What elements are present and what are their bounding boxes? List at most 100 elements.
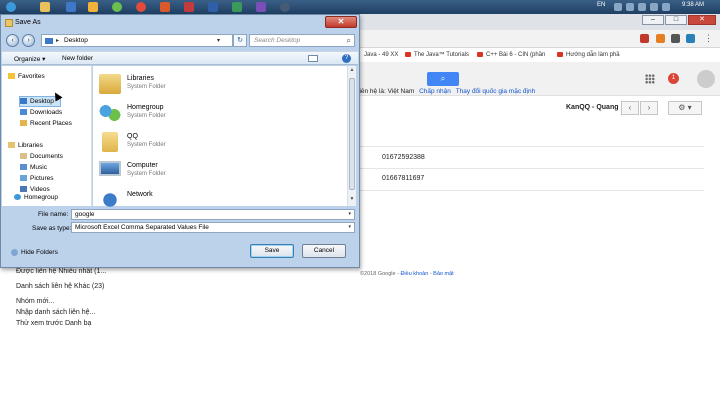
contact-phone[interactable]: 01667811697: [382, 175, 424, 182]
media-taskbar-icon[interactable]: [66, 2, 76, 12]
menu-icon[interactable]: ⋮: [704, 33, 713, 44]
app-taskbar-icon[interactable]: [112, 2, 122, 12]
explorer-taskbar-icon[interactable]: [40, 2, 50, 12]
sidebar-item-import-contacts[interactable]: Nhập danh sách liên hệ...: [16, 309, 95, 316]
forward-button[interactable]: ›: [22, 34, 35, 47]
file-item-homegroup[interactable]: Homegroup System Folder: [99, 101, 299, 127]
volume-tray-icon[interactable]: [638, 3, 646, 11]
file-name-value[interactable]: google: [75, 211, 95, 218]
start-orb-icon[interactable]: [6, 2, 16, 12]
file-item-computer[interactable]: Computer System Folder: [99, 159, 299, 185]
file-name: Libraries: [127, 75, 154, 82]
notification-badge[interactable]: 1: [668, 73, 679, 84]
file-name-input[interactable]: google ▾: [71, 209, 355, 220]
nav-recent-places[interactable]: Recent Places: [20, 120, 72, 127]
address-text[interactable]: Desktop: [64, 37, 88, 44]
scroll-down-icon[interactable]: ▼: [349, 196, 355, 204]
nav-downloads[interactable]: Downloads: [20, 109, 62, 116]
file-type: System Folder: [127, 113, 166, 119]
view-options-icon[interactable]: [308, 55, 318, 62]
bookmark-item[interactable]: Hướng dẫn làm phầ: [557, 52, 620, 58]
row-divider: [358, 146, 704, 147]
close-button[interactable]: ✕: [688, 15, 716, 25]
search-icon: ⌕: [346, 36, 351, 45]
app2-taskbar-icon[interactable]: [160, 2, 170, 12]
network-tray-icon[interactable]: [626, 3, 634, 11]
sidebar-item-other-contacts[interactable]: Danh sách liên hệ Khác (23): [16, 283, 104, 290]
new-folder-button[interactable]: New folder: [62, 55, 93, 62]
desktop-icon: [20, 98, 27, 105]
app4-taskbar-icon[interactable]: [208, 2, 218, 12]
nav-favorites[interactable]: Favorites: [8, 73, 45, 80]
chevron-down-icon[interactable]: ▾: [348, 224, 351, 230]
nav-videos[interactable]: Videos: [20, 186, 50, 193]
back-button[interactable]: ‹: [6, 34, 19, 47]
app6-taskbar-icon[interactable]: [280, 2, 290, 12]
extension-icon[interactable]: [686, 34, 695, 43]
accept-link[interactable]: Chấp nhận: [419, 88, 451, 95]
chevron-down-icon[interactable]: ▾: [217, 37, 220, 44]
tray-icon[interactable]: [614, 3, 622, 11]
app3-taskbar-icon[interactable]: [184, 2, 194, 12]
restore-button[interactable]: □: [665, 15, 687, 25]
file-item-libraries[interactable]: Libraries System Folder: [99, 72, 299, 98]
extension-icon[interactable]: [671, 34, 680, 43]
music-icon: [20, 164, 27, 171]
privacy-link[interactable]: Bảo mật: [433, 271, 453, 277]
file-name: Homegroup: [127, 104, 164, 111]
hide-folders-toggle[interactable]: Hide Folders: [11, 249, 58, 256]
avatar[interactable]: [697, 70, 715, 88]
cancel-button[interactable]: Cancel: [302, 244, 346, 258]
sidebar-item-preview-contacts[interactable]: Thử xem trước Danh bạ: [16, 320, 91, 327]
file-type: System Folder: [127, 142, 166, 148]
save-button[interactable]: Save: [250, 244, 294, 258]
clock[interactable]: 9:38 AM: [682, 2, 704, 8]
nav-desktop[interactable]: Desktop: [20, 98, 54, 105]
sidebar-item-new-group[interactable]: Nhóm mới...: [16, 298, 54, 305]
extension-icon[interactable]: [656, 34, 665, 43]
nav-homegroup[interactable]: Homegroup: [14, 194, 58, 201]
save-as-type-value[interactable]: Microsoft Excel Comma Separated Values F…: [75, 224, 209, 231]
minimize-button[interactable]: –: [642, 15, 664, 25]
bookmark-item[interactable]: C++ Bài 6 - CIN (phần: [477, 52, 545, 58]
bookmark-item[interactable]: The Java™ Tutorials: [405, 52, 469, 58]
file-list-scrollbar[interactable]: ▲ ▼: [347, 66, 356, 206]
breadcrumb-arrow-icon[interactable]: ▸: [56, 37, 59, 44]
apps-grid-icon[interactable]: [645, 74, 655, 84]
next-page-button[interactable]: ›: [640, 101, 658, 115]
visual-studio-taskbar-icon[interactable]: [256, 2, 266, 12]
extension-icon[interactable]: [640, 34, 649, 43]
row-divider: [358, 168, 704, 169]
scrollbar-thumb[interactable]: [349, 78, 355, 190]
help-icon[interactable]: ?: [342, 54, 351, 63]
bookmark-item[interactable]: Java - 49 XX: [364, 52, 398, 58]
sidebar-item-most-contacted[interactable]: Được liên hệ Nhiều nhất (1...: [16, 268, 106, 275]
power-tray-icon[interactable]: [662, 3, 670, 11]
organize-button[interactable]: Organize ▾: [14, 55, 45, 63]
change-country-link[interactable]: Thay đổi quốc gia mặc định: [456, 88, 536, 95]
nav-libraries[interactable]: Libraries: [8, 142, 43, 149]
prev-page-button[interactable]: ‹: [621, 101, 639, 115]
address-bar[interactable]: ▸ Desktop ▾: [41, 34, 233, 47]
terms-link[interactable]: Điều khoản: [400, 271, 428, 277]
scroll-up-icon[interactable]: ▲: [349, 67, 355, 75]
flag-tray-icon[interactable]: [650, 3, 658, 11]
chevron-down-icon[interactable]: ▾: [348, 211, 351, 217]
save-as-type-select[interactable]: Microsoft Excel Comma Separated Values F…: [71, 222, 355, 233]
search-input[interactable]: Search Desktop ⌕: [249, 34, 355, 47]
language-indicator[interactable]: EN: [597, 2, 605, 8]
settings-button[interactable]: ⚙ ▾: [668, 101, 702, 115]
files-taskbar-icon[interactable]: [88, 2, 98, 12]
nav-pictures[interactable]: Pictures: [20, 175, 53, 182]
file-item-qq[interactable]: QQ System Folder: [99, 130, 299, 156]
chrome-taskbar-icon[interactable]: [136, 2, 146, 12]
app5-taskbar-icon[interactable]: [232, 2, 242, 12]
gear-icon: ⚙ ▾: [678, 103, 692, 112]
nav-documents[interactable]: Documents: [20, 153, 63, 160]
search-button[interactable]: ⌕: [427, 72, 459, 86]
dialog-close-button[interactable]: ✕: [325, 16, 357, 28]
refresh-button[interactable]: ↻: [233, 34, 247, 47]
contact-phone[interactable]: 01672592388: [382, 154, 425, 161]
nav-music[interactable]: Music: [20, 164, 47, 171]
recent-places-icon: [20, 120, 27, 127]
